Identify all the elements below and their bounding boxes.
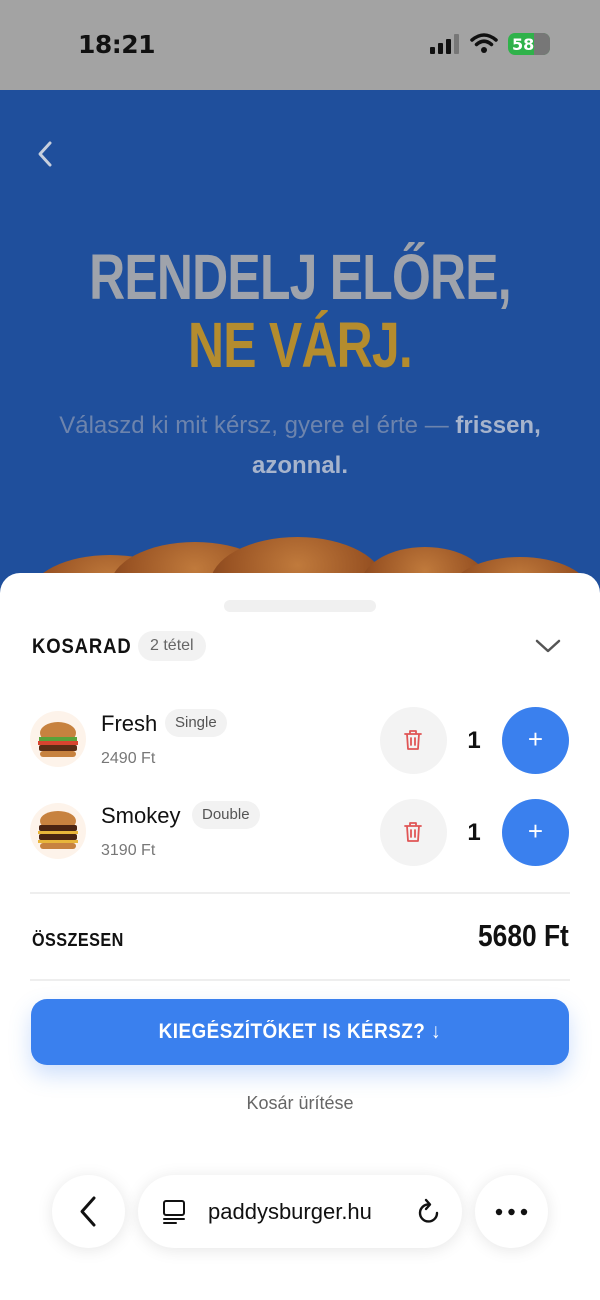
cart-title: KOSARAD [32, 635, 132, 658]
more-icon [495, 1208, 528, 1216]
browser-address-bar[interactable]: paddysburger.hu [138, 1175, 462, 1248]
item-price: 3190 Ft [101, 842, 156, 859]
item-variant-badge: Double [192, 801, 260, 829]
remove-item-button[interactable] [380, 707, 447, 774]
item-count-badge: 2 tétel [138, 631, 206, 661]
cart-item: Smokey Double 3190 Ft 1 + [0, 787, 600, 877]
back-chevron-icon[interactable] [30, 138, 62, 170]
status-time: 18:21 [78, 30, 156, 59]
url-text: paddysburger.hu [208, 1199, 372, 1224]
empty-cart-link[interactable]: Kosár ürítése [0, 1093, 600, 1114]
hero-subtitle-text: Válaszd ki mit kérsz, gyere el érte — [59, 412, 456, 439]
browser-back-button[interactable] [52, 1175, 125, 1248]
hero-section: RENDELJ ELŐRE, NE VÁRJ. Válaszd ki mit k… [0, 90, 600, 610]
cart-item: Fresh Single 2490 Ft 1 + [0, 695, 600, 785]
trash-icon [404, 730, 422, 750]
hero-subtitle-bold2: azonnal. [251, 452, 348, 479]
battery-indicator: 58 [508, 33, 550, 55]
reader-icon [163, 1200, 185, 1224]
back-chevron-icon [80, 1196, 96, 1227]
item-quantity: 1 [467, 727, 481, 754]
reload-icon[interactable] [416, 1198, 442, 1226]
burger-thumbnail [30, 803, 86, 859]
item-name: Smokey [101, 803, 181, 828]
burger-thumbnail [30, 711, 86, 767]
hero-subtitle-bold1: frissen, [455, 412, 541, 439]
remove-item-button[interactable] [380, 799, 447, 866]
increase-quantity-button[interactable]: + [502, 707, 569, 774]
extras-button[interactable]: KIEGÉSZÍTŐKET IS KÉRSZ? ↓ [31, 999, 569, 1065]
total-value: 5680 Ft [478, 918, 569, 953]
item-variant-badge: Single [165, 709, 227, 737]
increase-quantity-button[interactable]: + [502, 799, 569, 866]
total-label: ÖSSZESEN [32, 930, 124, 950]
item-name: Fresh [101, 711, 158, 736]
sheet-handle[interactable] [224, 600, 376, 612]
item-quantity: 1 [467, 819, 481, 846]
divider [30, 979, 570, 981]
plus-icon: + [527, 816, 544, 846]
signal-icon [430, 34, 459, 54]
chevron-down-icon[interactable] [534, 635, 562, 657]
hero-title-line2: NE VÁRJ. [187, 309, 413, 381]
battery-level: 58 [512, 35, 535, 54]
trash-icon [404, 822, 422, 842]
extras-button-label: KIEGÉSZÍTŐKET IS KÉRSZ? ↓ [158, 1020, 442, 1043]
hero-subtitle: Válaszd ki mit kérsz, gyere el érte — fr… [40, 406, 560, 486]
divider [30, 892, 570, 894]
status-bar: 18:21 58 [0, 0, 600, 90]
item-price: 2490 Ft [101, 750, 156, 767]
browser-more-button[interactable] [475, 1175, 548, 1248]
wifi-icon [470, 33, 498, 53]
plus-icon: + [527, 724, 544, 754]
hero-title-line1: RENDELJ ELŐRE, [89, 241, 512, 313]
